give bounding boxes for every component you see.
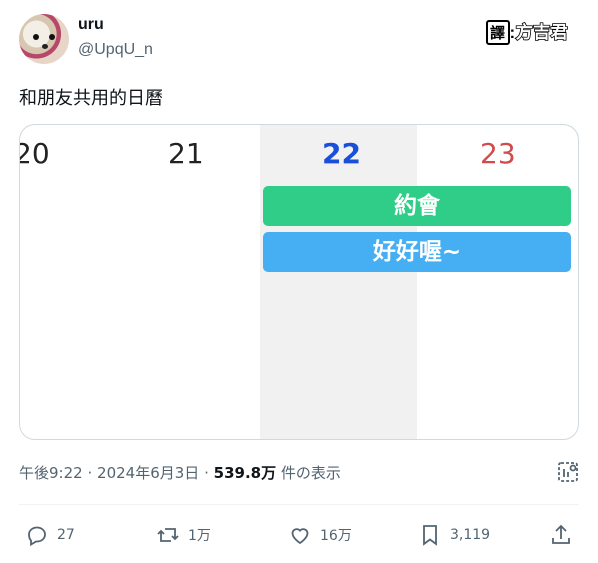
avatar-eye [33, 34, 39, 40]
post-date[interactable]: 2024年6月3日 [97, 464, 199, 482]
meta-separator: · [204, 464, 209, 482]
post-media-calendar[interactable]: 20 21 22 23 約會 好好喔~ [19, 124, 579, 440]
divider [19, 504, 579, 505]
avatar-eye [49, 34, 55, 40]
like-count: 16万 [320, 528, 352, 544]
user-name[interactable]: uru [78, 16, 104, 34]
translator-name: 方吉君 [515, 22, 569, 43]
like-button[interactable]: 16万 [288, 520, 352, 550]
share-button[interactable] [549, 520, 581, 550]
post-time[interactable]: 午後9:22 [19, 464, 83, 482]
post-meta: 午後9:22 · 2024年6月3日 · 539.8万 件の表示 [19, 462, 341, 483]
reply-button[interactable]: 27 [25, 520, 75, 550]
calendar-date: 20 [20, 137, 50, 170]
calendar-date-today: 22 [322, 137, 361, 170]
user-handle[interactable]: @UpqU_n [78, 41, 153, 59]
action-bar: 27 1万 16万 3,119 [0, 520, 598, 550]
avatar[interactable] [19, 14, 69, 64]
bookmark-button[interactable]: 3,119 [418, 520, 490, 550]
calendar-date: 21 [168, 137, 204, 170]
share-icon [552, 524, 570, 544]
reply-icon [28, 526, 46, 547]
views-count: 539.8万 [213, 464, 277, 482]
repost-button[interactable]: 1万 [156, 520, 211, 550]
meta-separator: · [87, 464, 93, 482]
views-label: 件の表示 [280, 464, 341, 482]
translator-prefix: 譯 [486, 20, 510, 45]
repost-count: 1万 [188, 528, 211, 544]
translator-credit: 譯:方吉君 [486, 18, 568, 45]
analytics-icon[interactable] [556, 460, 580, 484]
bookmark-count: 3,119 [450, 527, 491, 543]
calendar-event: 約會 [263, 186, 571, 226]
bookmark-icon [423, 525, 437, 546]
calendar-event: 好好喔~ [263, 232, 571, 272]
repost-icon [157, 528, 179, 542]
avatar-nose [42, 44, 48, 49]
calendar-date-weekend: 23 [480, 137, 516, 170]
reply-count: 27 [57, 527, 75, 543]
post-text: 和朋友共用的日曆 [19, 88, 163, 109]
calendar-today-column [260, 125, 417, 439]
like-icon [291, 528, 309, 545]
